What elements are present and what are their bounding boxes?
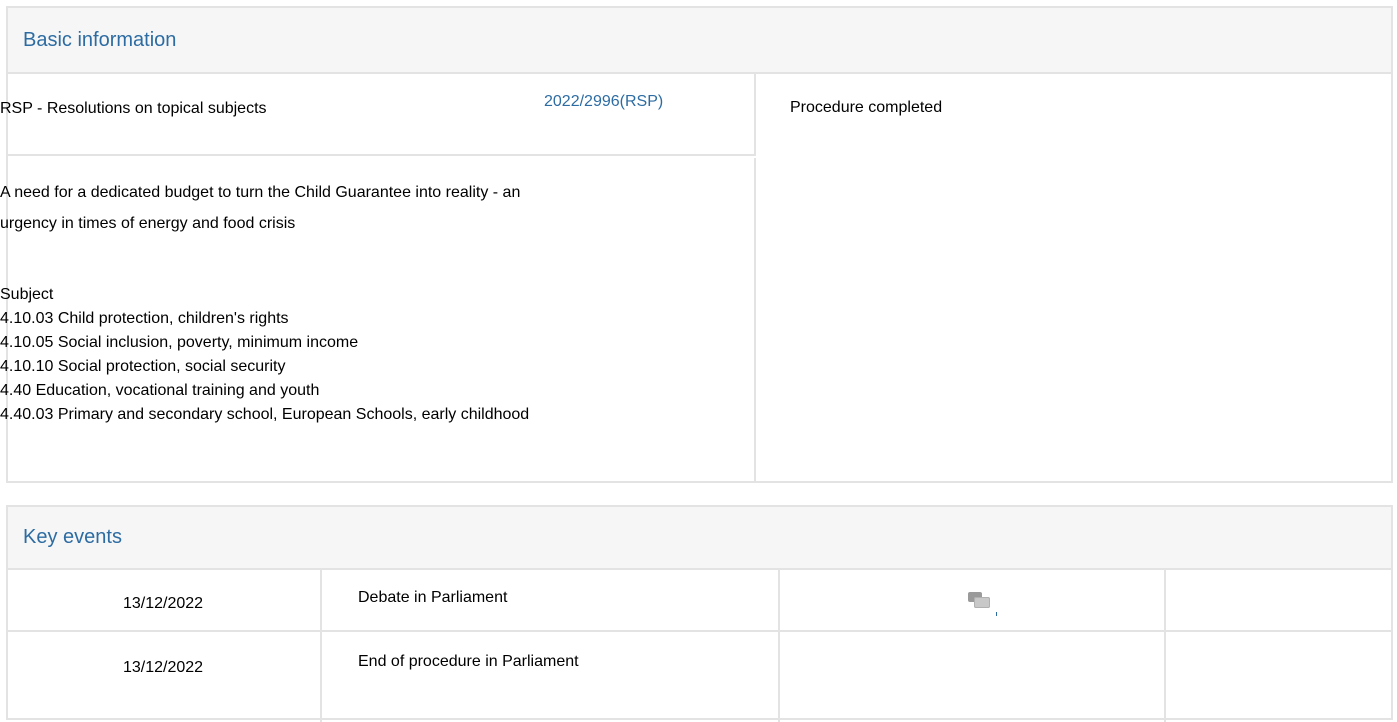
event-date: 13/12/2022 [122,659,204,676]
subject-item: 4.10.10 Social protection, social securi… [0,358,286,375]
event-label: End of procedure in Parliament [358,653,579,670]
subject-list: Subject 4.10.03 Child protection, childr… [0,283,529,427]
procedure-title-line: urgency in times of energy and food cris… [0,215,296,232]
subject-item: 4.40 Education, vocational training and … [0,382,320,399]
procedure-title: A need for a dedicated budget to turn th… [0,177,740,239]
key-events-panel: Key events 13/12/2022 Debate in Parliame… [6,505,1393,722]
event-document-cell [778,632,1164,722]
subject-item: 4.10.05 Social inclusion, poverty, minim… [0,334,359,351]
procedure-title-line: A need for a dedicated budget to turn th… [0,184,521,201]
basic-information-header: Basic information [8,8,1391,74]
event-label: Debate in Parliament [358,589,508,606]
subject-label: Subject [0,286,54,303]
event-label-cell: Debate in Parliament [320,568,778,630]
subject-item: 4.10.03 Child protection, children's rig… [0,310,289,327]
event-date-cell: 13/12/2022 [8,568,318,630]
event-row: 13/12/2022 End of procedure in Parliamen… [8,632,1391,722]
debate-icon[interactable] [968,592,990,612]
key-events-header: Key events [8,507,1391,570]
event-label-cell: End of procedure in Parliament [320,632,778,722]
procedure-status-cell [756,72,1391,483]
key-events-title: Key events [23,526,122,548]
subject-item: 4.40.03 Primary and secondary school, Eu… [0,406,530,423]
procedure-status-text: Procedure completed [790,99,943,116]
procedure-type-text: RSP - Resolutions on topical subjects [0,100,267,117]
debate-link-marker [996,612,997,616]
event-extra-cell [1164,632,1391,722]
procedure-reference-link[interactable]: 2022/2996(RSP) [544,93,663,111]
event-date-cell: 13/12/2022 [8,632,318,722]
event-document-cell [778,568,1164,630]
event-extra-cell [1164,568,1391,630]
basic-information-title: Basic information [23,28,177,51]
event-row: 13/12/2022 Debate in Parliament [8,568,1391,632]
event-date: 13/12/2022 [122,595,204,612]
